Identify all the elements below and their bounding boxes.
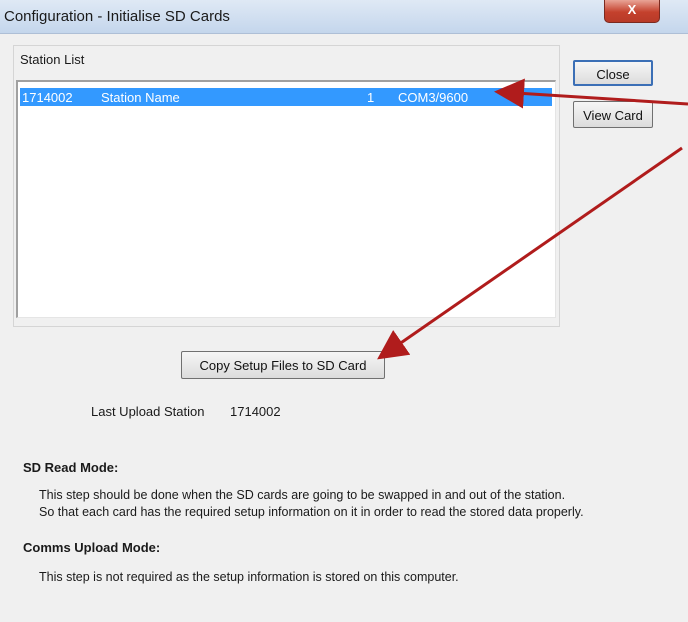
list-item[interactable]: 1714002 Station Name 1 COM3/9600 bbox=[20, 88, 552, 106]
station-listbox[interactable]: 1714002 Station Name 1 COM3/9600 bbox=[16, 80, 556, 318]
copy-setup-files-button[interactable]: Copy Setup Files to SD Card bbox=[181, 351, 385, 379]
close-button[interactable]: Close bbox=[573, 60, 653, 86]
window-close-icon[interactable]: X bbox=[604, 0, 660, 23]
station-name: Station Name bbox=[101, 90, 180, 105]
station-list-label: Station List bbox=[20, 52, 85, 67]
sd-read-mode-text-2: So that each card has the required setup… bbox=[39, 505, 584, 519]
last-upload-value: 1714002 bbox=[230, 404, 281, 419]
station-id: 1714002 bbox=[22, 90, 73, 105]
window-title: Configuration - Initialise SD Cards bbox=[4, 8, 230, 25]
dialog-window: Configuration - Initialise SD Cards X St… bbox=[0, 0, 688, 622]
station-port: COM3/9600 bbox=[398, 90, 469, 105]
comms-upload-mode-heading: Comms Upload Mode: bbox=[23, 540, 161, 555]
sd-read-mode-heading: SD Read Mode: bbox=[23, 460, 119, 475]
sd-read-mode-text-1: This step should be done when the SD car… bbox=[39, 488, 566, 502]
view-card-button[interactable]: View Card bbox=[573, 101, 653, 128]
title-bar[interactable]: Configuration - Initialise SD Cards bbox=[0, 0, 688, 34]
station-number: 1 bbox=[367, 90, 375, 105]
comms-upload-mode-text: This step is not required as the setup i… bbox=[39, 570, 459, 584]
last-upload-label: Last Upload Station bbox=[91, 404, 205, 419]
